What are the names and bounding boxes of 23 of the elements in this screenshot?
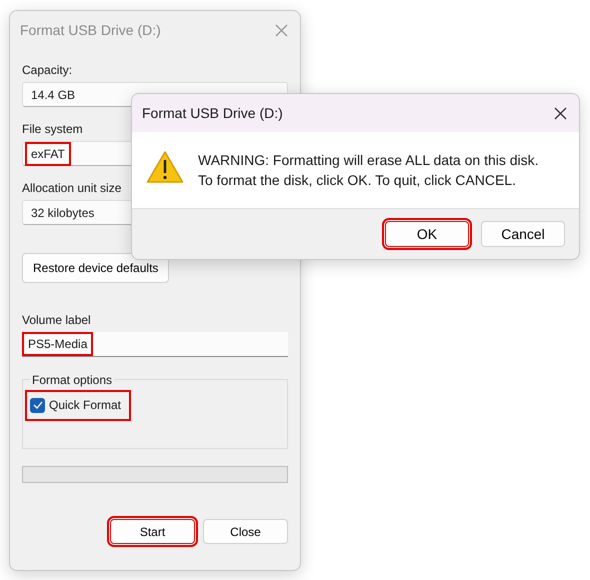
window-title: Format USB Drive (D:) xyxy=(20,20,161,40)
field-value: PS5-Media xyxy=(22,332,94,356)
field-value: 32 kilobytes xyxy=(30,204,96,222)
field-label: Volume label xyxy=(22,312,91,329)
field-label: Capacity: xyxy=(22,62,72,79)
volume-label-field[interactable]: PS5-Media xyxy=(22,332,288,357)
field-value: 14.4 GB xyxy=(30,86,76,104)
warning-icon xyxy=(146,150,184,184)
field-label: Allocation unit size xyxy=(22,180,122,197)
field-value: exFAT xyxy=(25,142,71,166)
field-label: File system xyxy=(22,121,83,138)
dialog-button[interactable]: Start xyxy=(110,519,195,544)
dialog-button[interactable]: Cancel xyxy=(481,221,565,247)
dialog-button[interactable]: Close xyxy=(203,519,288,544)
checkbox[interactable] xyxy=(30,398,45,412)
close-icon[interactable] xyxy=(554,106,567,120)
restore-defaults-button[interactable]: Restore device defaults xyxy=(22,253,170,283)
message-text: WARNING: Formatting will erase ALL data on this disk. xyxy=(198,151,539,170)
check-icon xyxy=(32,401,42,409)
message-text: To format the disk, click OK. To quit, click CANCEL. xyxy=(198,171,517,190)
checkbox-label: Quick Format xyxy=(49,397,122,414)
window-title: Format USB Drive (D:) xyxy=(142,104,283,123)
dialog-button[interactable]: OK xyxy=(385,221,469,247)
